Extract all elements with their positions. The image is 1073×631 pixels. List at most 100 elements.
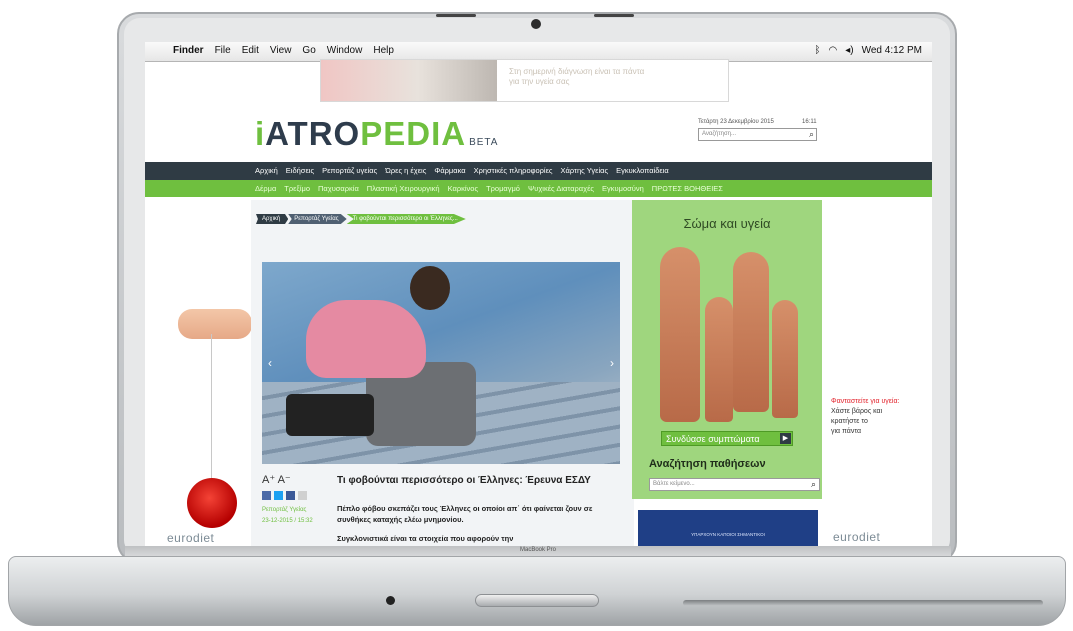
button-label: Συνδύασε συμπτώματα xyxy=(666,434,760,444)
hero-image[interactable]: ‹ › xyxy=(262,262,620,464)
hero-figure xyxy=(306,300,426,378)
nav-item-home[interactable]: Αρχική xyxy=(255,166,278,175)
ad-text: Στη σημερινή διάγνωση είναι τα πάντα για… xyxy=(509,67,644,87)
blue-ad[interactable]: ΥΠΑΡΧΟΥΝ ΚΑΠΟΙΟΙ ΣΗΜΑΝΤΙΚΟΙ xyxy=(638,510,818,546)
facebook-icon[interactable] xyxy=(286,491,295,500)
conditions-search-title: Αναζήτηση παθήσεων xyxy=(649,458,766,470)
breadcrumb-item[interactable]: Αρχική xyxy=(256,214,289,224)
blue-ad-text: ΥΠΑΡΧΟΥΝ ΚΑΠΟΙΟΙ ΣΗΜΑΝΤΙΚΟΙ xyxy=(691,532,765,537)
font-size-controls[interactable]: A⁺ A⁻ xyxy=(262,473,291,486)
body-figure[interactable] xyxy=(705,297,733,422)
site-logo[interactable]: iATROPEDIA BETA xyxy=(255,115,498,153)
search-placeholder: Βάλτε κείμενο... xyxy=(653,481,695,487)
yoyo-string xyxy=(211,334,212,479)
chevron-right-icon[interactable]: › xyxy=(610,356,614,370)
right-ad-line: Χάστε βάρος και xyxy=(831,408,883,415)
right-side-ad-text[interactable]: Φανταστείτε για υγεία: Χάστε βάρος και κ… xyxy=(831,397,899,437)
model-label: MacBook Pro xyxy=(520,547,557,553)
menu-go[interactable]: Go xyxy=(302,45,315,56)
search-icon[interactable]: ⌕ xyxy=(811,479,816,490)
body-figure[interactable] xyxy=(733,252,769,412)
menu-finder[interactable]: Finder xyxy=(173,45,204,56)
menu-edit[interactable]: Edit xyxy=(242,45,259,56)
subnav-item[interactable]: Δέρμα xyxy=(255,184,276,193)
subnav-item[interactable]: Τρομαγμό xyxy=(486,184,520,193)
nav-item-medicines[interactable]: Φάρμακα xyxy=(434,166,465,175)
menu-list: Finder File Edit View Go Window Help xyxy=(173,45,394,56)
subnav-item[interactable]: Καρκίνος xyxy=(448,184,478,193)
subnav-item[interactable]: Ψυχικές Διαταραχές xyxy=(528,184,594,193)
top-ad-banner[interactable]: Στη σημερινή διάγνωση είναι τα πάντα για… xyxy=(320,59,729,102)
search-icon[interactable]: ⌕ xyxy=(809,129,814,140)
ad-photo xyxy=(321,60,497,101)
volume-icon[interactable]: ◂) xyxy=(845,45,853,56)
right-ad-line: κρατήστε το xyxy=(831,418,868,425)
wifi-icon[interactable]: ◠ xyxy=(829,45,838,56)
eurodiet-logo[interactable]: eurodiet xyxy=(833,530,880,544)
body-figure[interactable] xyxy=(772,300,798,418)
subnav-item[interactable]: Πλαστική Χειρουργική xyxy=(367,184,440,193)
body-figure[interactable] xyxy=(660,247,700,422)
nav-item-encyclopedia[interactable]: Εγκυκλοπαίδεια xyxy=(616,166,669,175)
lid-vent xyxy=(594,14,634,17)
nav-item-hours[interactable]: Ώρες η έχεις xyxy=(385,166,426,175)
logo-i: i xyxy=(255,115,266,152)
article-date: 23-12-2015 / 15:32 xyxy=(262,518,313,524)
camera-icon xyxy=(531,19,541,29)
nav-item-health-map[interactable]: Χάρτης Υγείας xyxy=(561,166,609,175)
sleep-led xyxy=(386,596,395,605)
lid-vent xyxy=(436,14,476,17)
disc-slot xyxy=(683,600,1043,606)
article-lead: Πέπλο φόβου σκεπάζει τους Έλληνες οι οπο… xyxy=(337,504,593,524)
menu-file[interactable]: File xyxy=(215,45,231,56)
conditions-search-input[interactable]: Βάλτε κείμενο... ⌕ xyxy=(649,478,820,491)
nav-item-health-reports[interactable]: Ρεπορτάζ υγείας xyxy=(322,166,377,175)
ad-text-line: Στη σημερινή διάγνωση είναι τα πάντα xyxy=(509,67,645,76)
combine-symptoms-button[interactable]: Συνδύασε συμπτώματα ▶ xyxy=(661,431,793,446)
share-icon[interactable] xyxy=(262,491,271,500)
sub-nav: Δέρμα Τρεξίμο Παχυσαρκία Πλαστική Χειρου… xyxy=(145,180,932,197)
article-body: Συγκλονιστικά είναι τα στοιχεία που αφορ… xyxy=(337,534,514,543)
current-time: 16:11 xyxy=(802,119,817,125)
current-date: Τετάρτη 23 Δεκεμβρίου 2015 xyxy=(698,119,774,125)
hero-figure xyxy=(410,266,450,310)
nav-item-news[interactable]: Ειδήσεις xyxy=(286,166,314,175)
site-search-input[interactable]: Αναζήτηση... ⌕ xyxy=(698,128,817,141)
nav-item-useful-info[interactable]: Χρηστικές πληροφορίες xyxy=(474,166,553,175)
eurodiet-logo[interactable]: eurodiet xyxy=(167,531,214,545)
menu-window[interactable]: Window xyxy=(327,45,363,56)
ad-text-line: για την υγεία σας xyxy=(509,77,570,86)
article-title[interactable]: Τι φοβούνται περισσότερο οι Έλληνες: Έρε… xyxy=(337,474,597,487)
play-icon: ▶ xyxy=(780,433,791,444)
subnav-item[interactable]: Τρεξίμο xyxy=(284,184,310,193)
breadcrumb-item[interactable]: Ρεπορτάζ Υγείας xyxy=(288,214,347,224)
main-nav: Αρχική Ειδήσεις Ρεπορτάζ υγείας Ώρες η έ… xyxy=(145,162,932,180)
menu-help[interactable]: Help xyxy=(373,45,394,56)
menu-view[interactable]: View xyxy=(270,45,292,56)
search-placeholder: Αναζήτηση... xyxy=(702,131,736,137)
ad-hand-image xyxy=(178,309,252,339)
share-icons xyxy=(262,491,307,500)
subnav-item[interactable]: Εγκυμοσύνη xyxy=(602,184,644,193)
date-time: Τετάρτη 23 Δεκεμβρίου 2015 16:11 xyxy=(698,119,817,125)
subnav-item[interactable]: Παχυσαρκία xyxy=(318,184,359,193)
body-widget-title: Σώμα και υγεία xyxy=(683,216,771,231)
menubar-status: ᛒ ◠ ◂) Wed 4:12 PM xyxy=(815,45,923,56)
chevron-left-icon[interactable]: ‹ xyxy=(268,356,272,370)
subnav-item[interactable]: ΠΡΩΤΕΣ ΒΟΗΘΕΙΕΣ xyxy=(652,184,723,193)
hero-bag xyxy=(286,394,374,436)
right-ad-line: για πάντα xyxy=(831,428,862,435)
lid-opening-notch xyxy=(475,594,599,607)
right-ad-headline: Φανταστείτε για υγεία: xyxy=(831,398,900,405)
logo-pedia: PEDIA xyxy=(360,115,467,152)
menubar-clock[interactable]: Wed 4:12 PM xyxy=(862,45,922,56)
article-category[interactable]: Ρεπορτάζ Υγείας xyxy=(262,507,306,513)
twitter-icon[interactable] xyxy=(274,491,283,500)
breadcrumb: Αρχική Ρεπορτάζ Υγείας Τι φοβούνται περι… xyxy=(256,214,466,224)
yoyo-image xyxy=(187,478,237,528)
breadcrumb-item: Τι φοβούνται περισσότερο οι Έλληνες... xyxy=(346,214,466,224)
print-icon[interactable] xyxy=(298,491,307,500)
logo-atro: ATRO xyxy=(265,115,361,152)
bluetooth-icon[interactable]: ᛒ xyxy=(815,45,821,56)
logo-beta: BETA xyxy=(469,137,499,148)
